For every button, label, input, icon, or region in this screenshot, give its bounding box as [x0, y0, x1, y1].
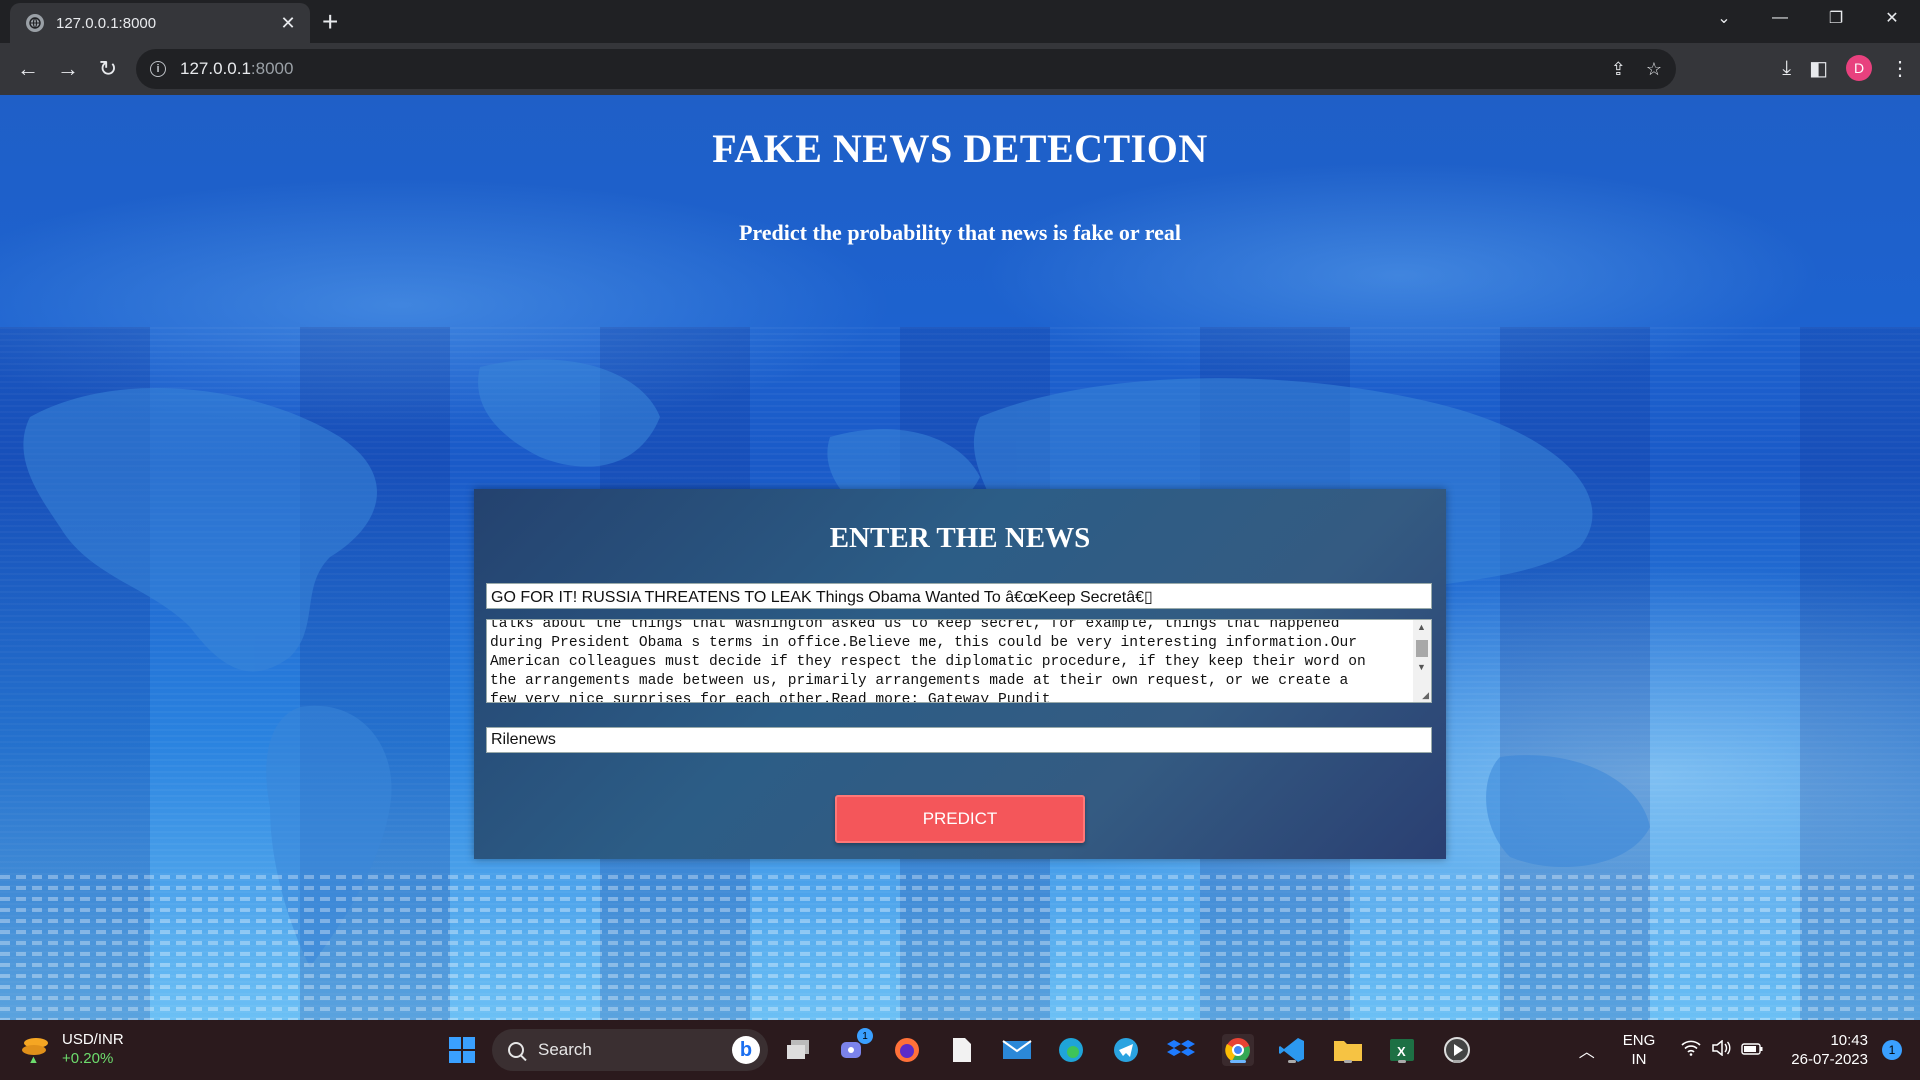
show-hidden-icons-chevron-icon[interactable]: ︿	[1579, 1038, 1595, 1062]
forward-button[interactable]: →	[48, 56, 88, 82]
dropbox-icon[interactable]	[1165, 1034, 1197, 1066]
site-info-icon[interactable]: i	[150, 61, 166, 77]
page-title: FAKE NEWS DETECTION	[712, 126, 1208, 171]
firefox-icon[interactable]	[891, 1034, 923, 1066]
news-form-card: ENTER THE NEWS GO FOR IT! RUSSIA THREATE…	[474, 489, 1446, 859]
notepad-icon[interactable]	[946, 1034, 978, 1066]
close-tab-icon[interactable]: ✕	[278, 13, 298, 34]
side-panel-icon[interactable]: ◧	[1809, 56, 1828, 81]
form-title: ENTER THE NEWS	[829, 522, 1091, 554]
back-button[interactable]: ←	[8, 56, 48, 82]
tab-search-chevron-icon[interactable]: ⌄	[1696, 8, 1752, 28]
scrollbar-thumb[interactable]	[1416, 640, 1428, 657]
profile-avatar[interactable]: D	[1846, 55, 1872, 81]
menu-kebab-icon[interactable]: ⋮	[1890, 56, 1910, 81]
browser-tab[interactable]: 127.0.0.1:8000 ✕	[10, 3, 310, 43]
restore-button[interactable]: ❐	[1808, 8, 1864, 28]
url-port: :8000	[250, 59, 294, 78]
volume-icon[interactable]	[1711, 1039, 1731, 1060]
browser-tab-strip: 127.0.0.1:8000 ✕ + ⌄ — ❐ ✕	[0, 0, 1920, 43]
chrome-icon[interactable]	[1222, 1034, 1254, 1066]
clock-time: 10:43	[1830, 1032, 1868, 1049]
clock-date: 26-07-2023	[1791, 1051, 1868, 1068]
telegram-icon[interactable]	[1110, 1034, 1142, 1066]
teams-badge: 1	[857, 1028, 873, 1044]
news-text-line: American colleagues must decide if they …	[490, 654, 1366, 670]
taskbar-search[interactable]: Search b	[492, 1029, 768, 1071]
predict-button[interactable]: PREDICT	[835, 795, 1085, 843]
download-icon[interactable]: ⤓	[1782, 57, 1791, 80]
excel-icon[interactable]: X	[1386, 1034, 1418, 1066]
coins-icon: ▲	[22, 1036, 50, 1066]
globe-icon	[26, 14, 44, 32]
file-explorer-icon[interactable]	[1332, 1034, 1364, 1066]
svg-text:X: X	[1397, 1044, 1406, 1059]
region-code: IN	[1631, 1051, 1647, 1068]
widget-change: +0.20%	[62, 1050, 114, 1067]
media-player-icon[interactable]	[1441, 1034, 1473, 1066]
start-windows-icon[interactable]	[446, 1034, 478, 1066]
bookmark-star-icon[interactable]: ☆	[1646, 59, 1662, 80]
windows-taskbar: ▲ USD/INR +0.20% Search b 1 X ︿ ENG IN 1…	[0, 1020, 1920, 1080]
dotted-floor-decoration	[0, 875, 1920, 1020]
resize-grip-icon[interactable]: ◢	[1422, 690, 1429, 701]
widget-label: USD/INR	[62, 1031, 124, 1048]
task-view-icon[interactable]	[782, 1034, 814, 1066]
system-clock[interactable]: 10:43 26-07-2023	[1791, 1031, 1868, 1069]
page-viewport: FAKE NEWS DETECTION Predict the probabil…	[0, 95, 1920, 1020]
minimize-button[interactable]: —	[1752, 9, 1808, 27]
close-window-button[interactable]: ✕	[1864, 8, 1920, 28]
share-icon[interactable]: ⇪	[1611, 59, 1626, 80]
news-text-line: during President Obama s terms in office…	[490, 635, 1358, 651]
language-indicator[interactable]: ENG IN	[1623, 1031, 1656, 1069]
tab-title: 127.0.0.1:8000	[56, 14, 157, 32]
currency-widget[interactable]: ▲ USD/INR +0.20%	[22, 1030, 124, 1068]
search-icon	[508, 1042, 524, 1058]
notification-badge[interactable]: 1	[1882, 1040, 1902, 1060]
address-bar[interactable]: i 127.0.0.1:8000 ⇪ ☆	[136, 49, 1676, 89]
new-tab-button[interactable]: +	[322, 8, 338, 36]
edge-icon[interactable]	[1055, 1034, 1087, 1066]
news-text-line: the arrangements made between us, primar…	[490, 673, 1349, 689]
reload-button[interactable]: ↻	[88, 56, 128, 82]
page-subtitle: Predict the probability that news is fak…	[738, 220, 1182, 245]
teams-chat-icon[interactable]: 1	[837, 1028, 873, 1066]
vscode-icon[interactable]	[1276, 1034, 1308, 1066]
news-text-content: talks about the things that Washington a…	[490, 619, 1410, 703]
news-text-line: few very nice surprises for each other.R…	[490, 692, 1051, 703]
scroll-up-arrow-icon[interactable]: ▲	[1417, 622, 1426, 632]
browser-toolbar: ← → ↻ i 127.0.0.1:8000 ⇪ ☆ ⤓ ◧ D ⋮	[0, 43, 1920, 95]
news-title-input[interactable]: GO FOR IT! RUSSIA THREATENS TO LEAK Thin…	[486, 583, 1432, 609]
battery-icon[interactable]	[1741, 1042, 1763, 1059]
url-host: 127.0.0.1	[180, 59, 251, 78]
language-code: ENG	[1622, 1032, 1656, 1049]
bing-icon[interactable]: b	[732, 1036, 760, 1064]
search-placeholder: Search	[538, 1040, 592, 1059]
wifi-icon[interactable]	[1681, 1040, 1701, 1060]
scroll-down-arrow-icon[interactable]: ▼	[1417, 662, 1426, 672]
news-text-textarea[interactable]: talks about the things that Washington a…	[486, 619, 1432, 703]
system-tray: ︿ ENG IN 10:43 26-07-2023 1	[1579, 1020, 1920, 1080]
news-author-input[interactable]: Rilenews	[486, 727, 1432, 753]
mail-icon[interactable]	[1001, 1034, 1033, 1066]
news-text-line: talks about the things that Washington a…	[490, 619, 1340, 632]
